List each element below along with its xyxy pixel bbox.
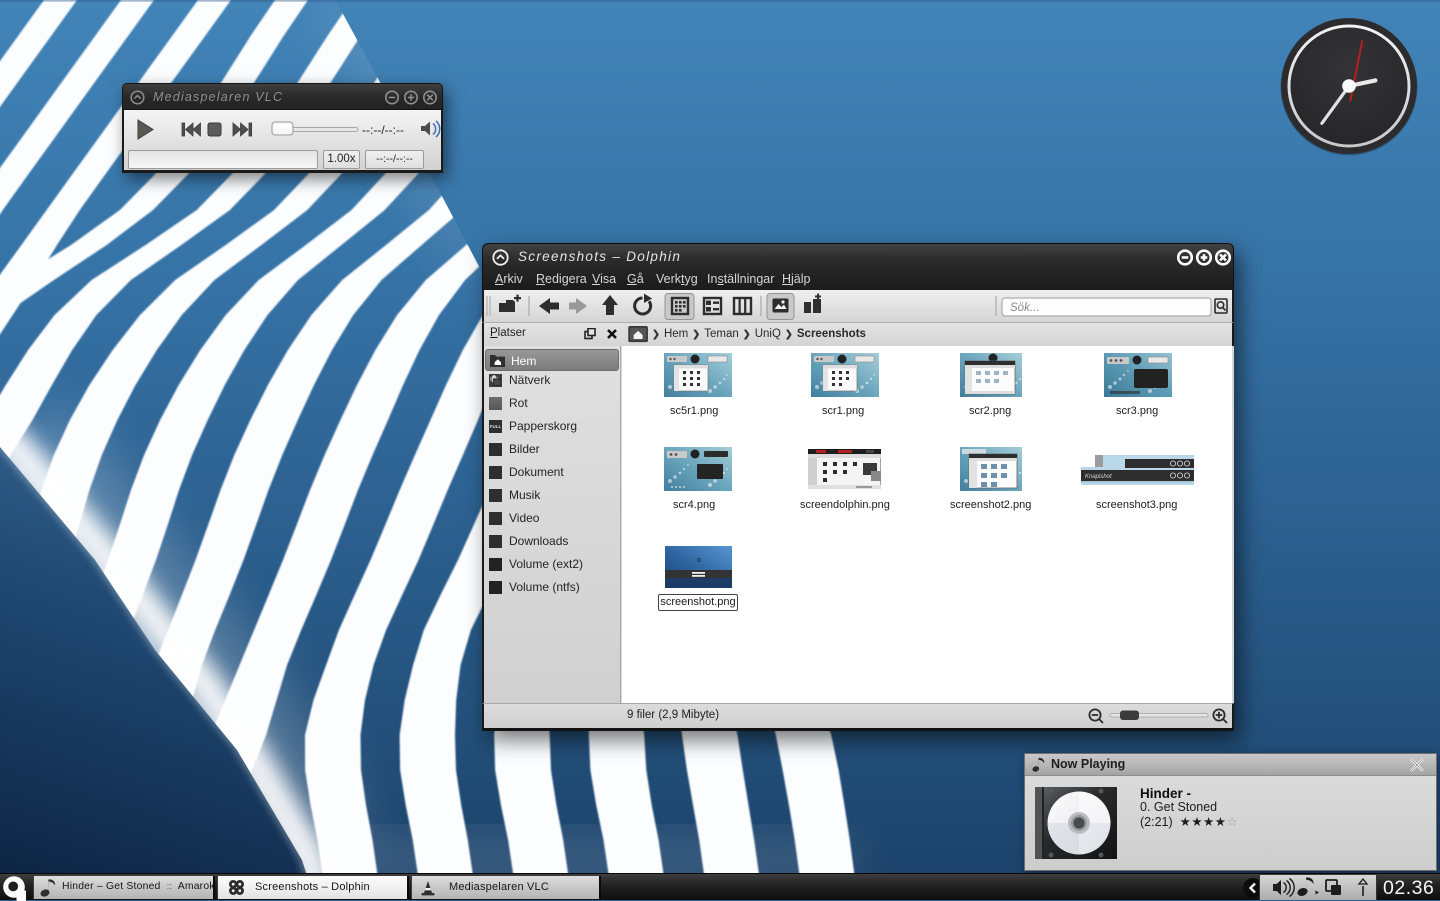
svg-text:Knapishot: Knapishot <box>1085 474 1112 480</box>
svg-text:--:--/--:--: --:--/--:-- <box>362 123 404 137</box>
svg-text:Sök...: Sök... <box>1010 302 1039 314</box>
